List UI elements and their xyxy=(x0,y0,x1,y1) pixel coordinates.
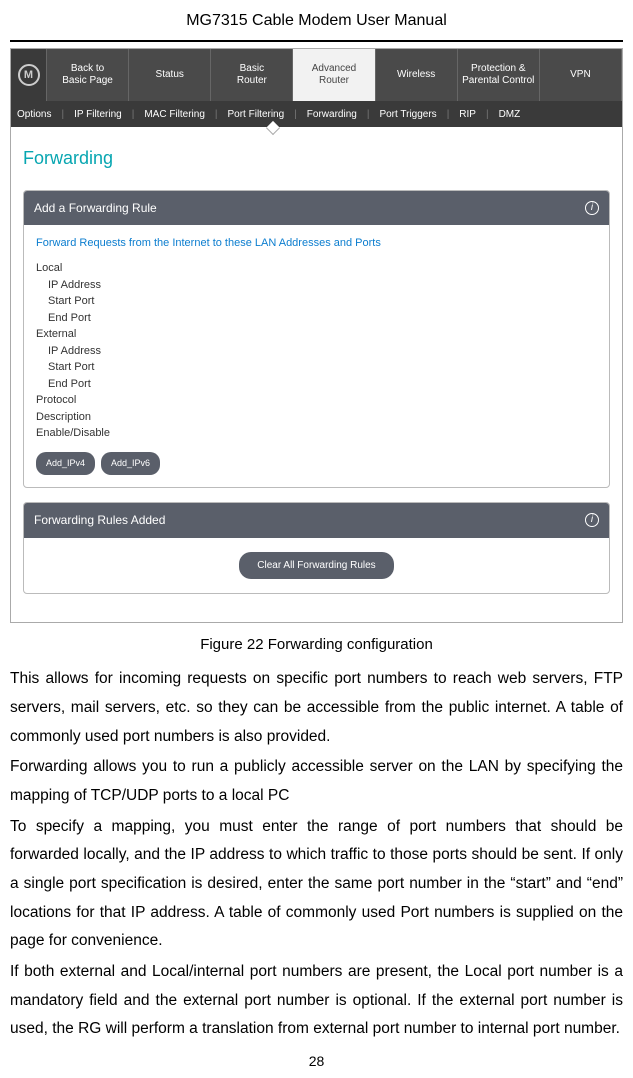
nav-vpn[interactable]: VPN xyxy=(540,49,622,101)
field-enable-disable: Enable/Disable xyxy=(36,425,597,442)
nav-basic-page[interactable]: Back to Basic Page xyxy=(47,49,129,101)
paragraph-3: To specify a mapping, you must enter the… xyxy=(10,813,623,956)
subnav-options[interactable]: Options xyxy=(17,105,51,124)
subnav-rip[interactable]: RIP xyxy=(459,105,476,124)
field-external-start-port: Start Port xyxy=(48,359,597,376)
group-external-label: External xyxy=(36,326,597,343)
add-ipv4-button[interactable]: Add_IPv4 xyxy=(36,452,95,475)
page-header: MG7315 Cable Modem User Manual xyxy=(10,0,623,42)
panel-added-title: Forwarding Rules Added xyxy=(34,509,165,532)
subnav-mac-filtering[interactable]: MAC Filtering xyxy=(144,105,205,124)
subnav-port-triggers[interactable]: Port Triggers xyxy=(379,105,436,124)
field-external-ip: IP Address xyxy=(48,343,597,360)
form-fields: Local IP Address Start Port End Port Ext… xyxy=(36,260,597,442)
field-protocol: Protocol xyxy=(36,392,597,409)
panel-added-header: Forwarding Rules Added i xyxy=(24,503,609,538)
nav-wireless[interactable]: Wireless xyxy=(376,49,458,101)
field-external-end-port: End Port xyxy=(48,376,597,393)
panel-add-forwarding-rule: Add a Forwarding Rule i Forward Requests… xyxy=(23,190,610,488)
section-title: Forwarding xyxy=(23,141,610,175)
logo-icon: M xyxy=(18,64,40,86)
add-ipv6-button[interactable]: Add_IPv6 xyxy=(101,452,160,475)
subnav-forwarding[interactable]: Forwarding xyxy=(307,105,357,124)
body-text: This allows for incoming requests on spe… xyxy=(0,665,633,1044)
forward-requests-link[interactable]: Forward Requests from the Internet to th… xyxy=(36,233,597,254)
panel-added-body: Clear All Forwarding Rules xyxy=(24,538,609,593)
subnav-port-filtering[interactable]: Port Filtering xyxy=(228,105,285,124)
content-area: Forwarding Add a Forwarding Rule i Forwa… xyxy=(11,127,622,621)
nav-basic-router[interactable]: Basic Router xyxy=(211,49,293,101)
clear-all-rules-button[interactable]: Clear All Forwarding Rules xyxy=(239,552,393,579)
panel-add-title: Add a Forwarding Rule xyxy=(34,197,157,220)
panel-add-header: Add a Forwarding Rule i xyxy=(24,191,609,226)
subnav-ip-filtering[interactable]: IP Filtering xyxy=(74,105,122,124)
field-local-end-port: End Port xyxy=(48,310,597,327)
secondary-nav: Options| IP Filtering| MAC Filtering| Po… xyxy=(11,101,622,127)
panel-forwarding-rules-added: Forwarding Rules Added i Clear All Forwa… xyxy=(23,502,610,594)
add-buttons-row: Add_IPv4 Add_IPv6 xyxy=(36,452,597,475)
subnav-dmz[interactable]: DMZ xyxy=(499,105,521,124)
nav-protection[interactable]: Protection & Parental Control xyxy=(458,49,540,101)
router-ui-screenshot: M Back to Basic Page Status Basic Router… xyxy=(10,48,623,622)
paragraph-1: This allows for incoming requests on spe… xyxy=(10,665,623,751)
figure-caption: Figure 22 Forwarding configuration xyxy=(0,631,633,660)
primary-nav: M Back to Basic Page Status Basic Router… xyxy=(11,49,622,101)
nav-advanced-router[interactable]: Advanced Router xyxy=(293,49,375,101)
paragraph-4: If both external and Local/internal port… xyxy=(10,958,623,1044)
field-local-ip: IP Address xyxy=(48,277,597,294)
info-icon[interactable]: i xyxy=(585,201,599,215)
page-number: 28 xyxy=(0,1048,633,1078)
info-icon[interactable]: i xyxy=(585,513,599,527)
nav-status[interactable]: Status xyxy=(129,49,211,101)
field-local-start-port: Start Port xyxy=(48,293,597,310)
paragraph-2: Forwarding allows you to run a publicly … xyxy=(10,753,623,810)
group-local-label: Local xyxy=(36,260,597,277)
field-description: Description xyxy=(36,409,597,426)
brand-logo: M xyxy=(11,49,47,101)
panel-add-body: Forward Requests from the Internet to th… xyxy=(24,225,609,486)
